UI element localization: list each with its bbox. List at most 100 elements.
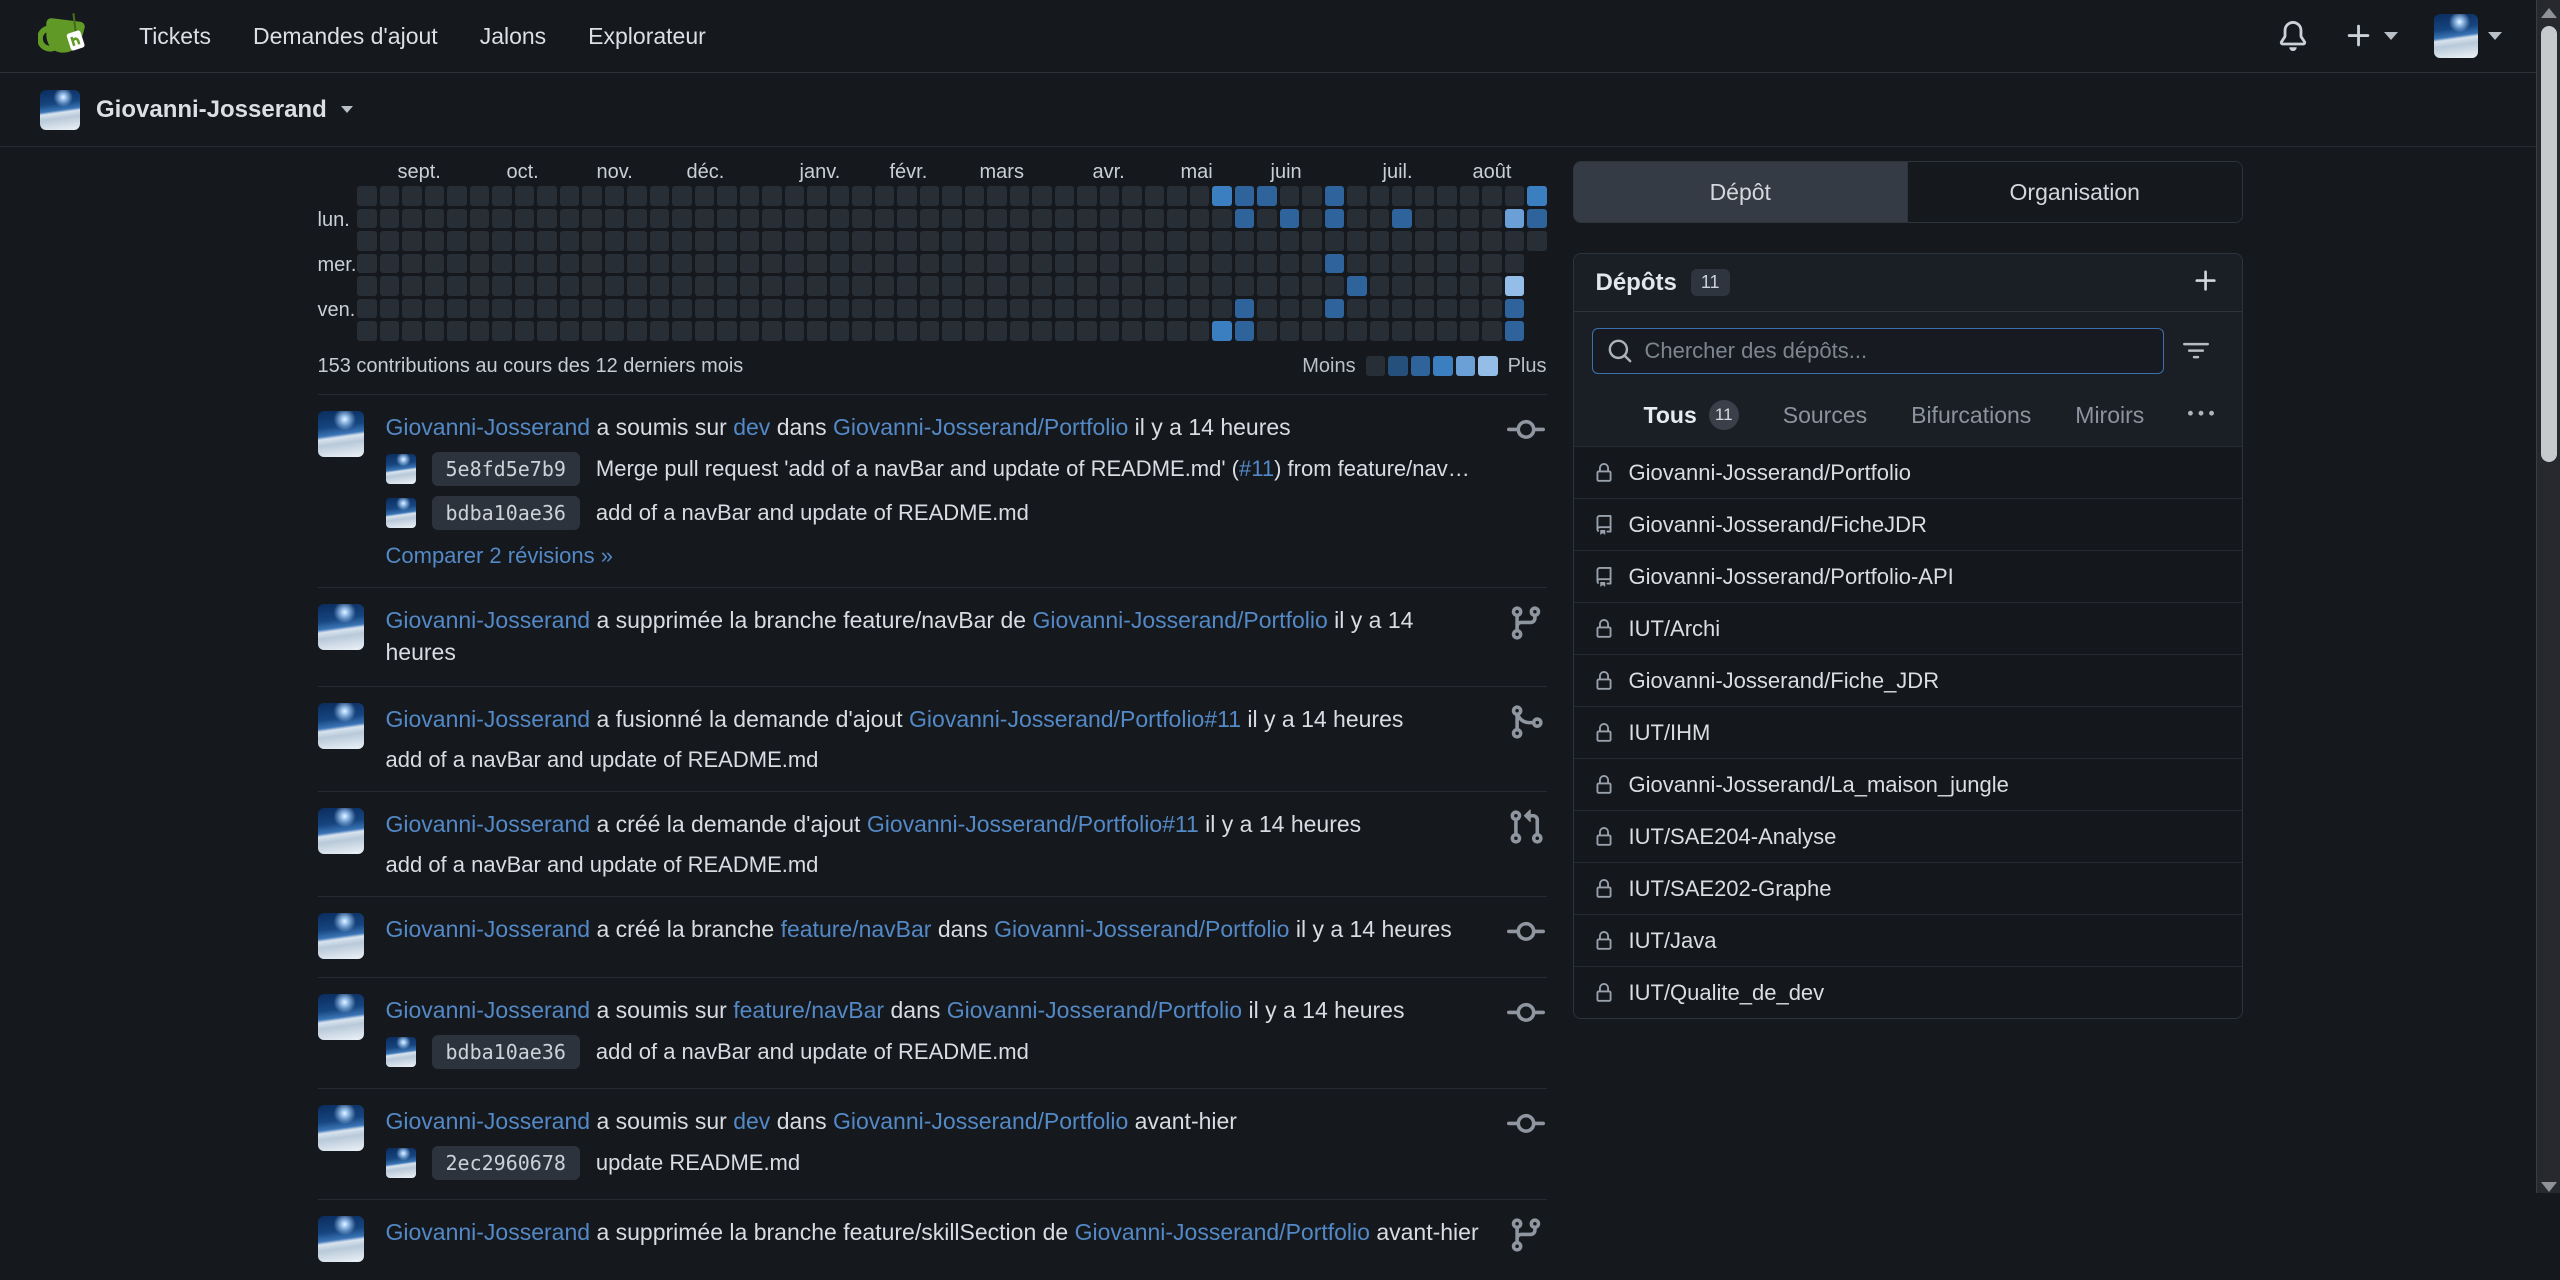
nav-item-explorateur[interactable]: Explorateur — [567, 0, 727, 72]
heatmap-cell — [1460, 231, 1480, 251]
feed-link[interactable]: Giovanni-Josserand/Portfolio — [1075, 1219, 1370, 1245]
heatmap-cell — [1145, 321, 1165, 341]
dashboard-switcher: DépôtOrganisation — [1573, 161, 2243, 223]
heatmap-cell — [1190, 231, 1210, 251]
user-avatar[interactable] — [318, 808, 364, 854]
user-avatar[interactable] — [318, 913, 364, 959]
commit-hash-badge[interactable]: 2ec2960678 — [432, 1146, 580, 1180]
repo-list-item[interactable]: IUT/IHM — [1574, 706, 2242, 758]
user-link[interactable]: Giovanni-Josserand — [386, 1108, 591, 1134]
heatmap-cell — [942, 276, 962, 296]
heatmap-cell — [987, 254, 1007, 274]
repo-filter-miroirs[interactable]: Miroirs — [2075, 402, 2144, 429]
feed-link[interactable]: #11 — [1239, 456, 1274, 481]
new-repo-button[interactable] — [2192, 267, 2220, 298]
user-link[interactable]: Giovanni-Josserand — [386, 997, 591, 1023]
feed-entry-content: Giovanni-Josserand a soumis sur dev dans… — [386, 411, 1483, 569]
feed-link[interactable]: dev — [733, 414, 770, 440]
scrollbar-thumb[interactable] — [2541, 26, 2557, 462]
heatmap-cell — [1010, 276, 1030, 296]
commit-hash-badge[interactable]: bdba10ae36 — [432, 1035, 580, 1069]
repo-list-item[interactable]: IUT/Archi — [1574, 602, 2242, 654]
feed-link[interactable]: feature/navBar — [781, 916, 932, 942]
heatmap-cell — [515, 276, 535, 296]
heatmap-cell — [605, 276, 625, 296]
repo-list-item[interactable]: Giovanni-Josserand/FicheJDR — [1574, 498, 2242, 550]
heatmap-cell — [762, 186, 782, 206]
heatmap-cell — [1032, 321, 1052, 341]
heatmap-cell — [1257, 321, 1277, 341]
nav-item-tickets[interactable]: Tickets — [118, 0, 232, 72]
compare-revisions-link[interactable]: Comparer 2 révisions » — [386, 543, 613, 569]
feed-link[interactable]: dev — [733, 1108, 770, 1134]
repo-list-item[interactable]: Giovanni-Josserand/Portfolio — [1574, 446, 2242, 498]
repo-list-item[interactable]: Giovanni-Josserand/Fiche_JDR — [1574, 654, 2242, 706]
heatmap-cell — [1190, 299, 1210, 319]
feed-link[interactable]: Giovanni-Josserand/Portfolio — [833, 414, 1128, 440]
heatmap-month-label: juin — [1271, 161, 1302, 184]
feed-link[interactable]: Giovanni-Josserand/Portfolio — [1032, 607, 1327, 633]
create-new-button[interactable] — [2344, 21, 2398, 51]
repo-list-item[interactable]: IUT/Qualite_de_dev — [1574, 966, 2242, 1018]
user-avatar[interactable] — [318, 703, 364, 749]
heatmap-month-label: déc. — [687, 161, 725, 184]
heatmap-cell — [1257, 276, 1277, 296]
feed-link[interactable]: feature/navBar — [733, 997, 884, 1023]
heatmap-cell — [1392, 186, 1412, 206]
repo-list-item[interactable]: Giovanni-Josserand/La_maison_jungle — [1574, 758, 2242, 810]
tab-organisation[interactable]: Organisation — [1907, 162, 2242, 222]
context-switcher[interactable]: Giovanni-Josserand — [96, 96, 353, 124]
heatmap-cell — [515, 231, 535, 251]
user-avatar[interactable] — [318, 1216, 364, 1262]
nav-item-demandes-d-ajout[interactable]: Demandes d'ajout — [232, 0, 459, 72]
feed-link[interactable]: Giovanni-Josserand/Portfolio#11 — [909, 706, 1241, 732]
feed-link[interactable]: Giovanni-Josserand/Portfolio — [994, 916, 1289, 942]
repo-name: Giovanni-Josserand/Portfolio — [1629, 460, 1911, 486]
user-menu-button[interactable] — [2434, 14, 2502, 58]
user-link[interactable]: Giovanni-Josserand — [386, 811, 591, 837]
scrollbar-down-arrow[interactable] — [2541, 1182, 2557, 1192]
user-avatar[interactable] — [318, 1105, 364, 1151]
repo-list-item[interactable]: IUT/SAE204-Analyse — [1574, 810, 2242, 862]
feed-link[interactable]: Giovanni-Josserand/Portfolio — [833, 1108, 1128, 1134]
user-avatar[interactable] — [318, 994, 364, 1040]
heatmap-cell — [717, 299, 737, 319]
heatmap-cell — [1032, 231, 1052, 251]
more-filters-button[interactable] — [2188, 401, 2214, 430]
repo-list-item[interactable]: IUT/Java — [1574, 914, 2242, 966]
repo-list-item[interactable]: Giovanni-Josserand/Portfolio-API — [1574, 550, 2242, 602]
user-avatar[interactable] — [318, 411, 364, 457]
heatmap-cell — [852, 254, 872, 274]
repo-filter-sources[interactable]: Sources — [1783, 402, 1867, 429]
tab-d-p-t[interactable]: Dépôt — [1574, 162, 1908, 222]
heatmap-cell — [1077, 186, 1097, 206]
heatmap-cell — [852, 276, 872, 296]
user-link[interactable]: Giovanni-Josserand — [386, 414, 591, 440]
repo-list-item[interactable]: IUT/SAE202-Graphe — [1574, 862, 2242, 914]
user-link[interactable]: Giovanni-Josserand — [386, 706, 591, 732]
feed-entry: Giovanni-Josserand a soumis sur dev dans… — [318, 394, 1547, 587]
gitea-logo[interactable] — [38, 9, 92, 63]
feed-link[interactable]: Giovanni-Josserand/Portfolio — [947, 997, 1242, 1023]
repo-search-input[interactable] — [1645, 338, 2149, 364]
repo-filter-bifurcations[interactable]: Bifurcations — [1911, 402, 2031, 429]
feed-link[interactable]: Giovanni-Josserand/Portfolio#11 — [867, 811, 1199, 837]
heatmap-cell — [1415, 276, 1435, 296]
repo-filter-button[interactable] — [2164, 338, 2228, 364]
heatmap-cell — [1347, 231, 1367, 251]
user-link[interactable]: Giovanni-Josserand — [386, 1219, 591, 1245]
commit-hash-badge[interactable]: 5e8fd5e7b9 — [432, 452, 580, 486]
scrollbar-up-arrow[interactable] — [2541, 8, 2557, 18]
heatmap-month-label: nov. — [597, 161, 633, 184]
repo-filter-tous[interactable]: Tous11 — [1644, 400, 1739, 430]
user-avatar[interactable] — [318, 604, 364, 650]
heatmap-cell — [1167, 254, 1187, 274]
commit-hash-badge[interactable]: bdba10ae36 — [432, 496, 580, 530]
nav-item-jalons[interactable]: Jalons — [459, 0, 567, 72]
user-link[interactable]: Giovanni-Josserand — [386, 916, 591, 942]
user-link[interactable]: Giovanni-Josserand — [386, 607, 591, 633]
heatmap-cell — [515, 254, 535, 274]
heatmap-cell — [807, 209, 827, 229]
heatmap-cell — [1145, 299, 1165, 319]
notifications-button[interactable] — [2278, 21, 2308, 51]
